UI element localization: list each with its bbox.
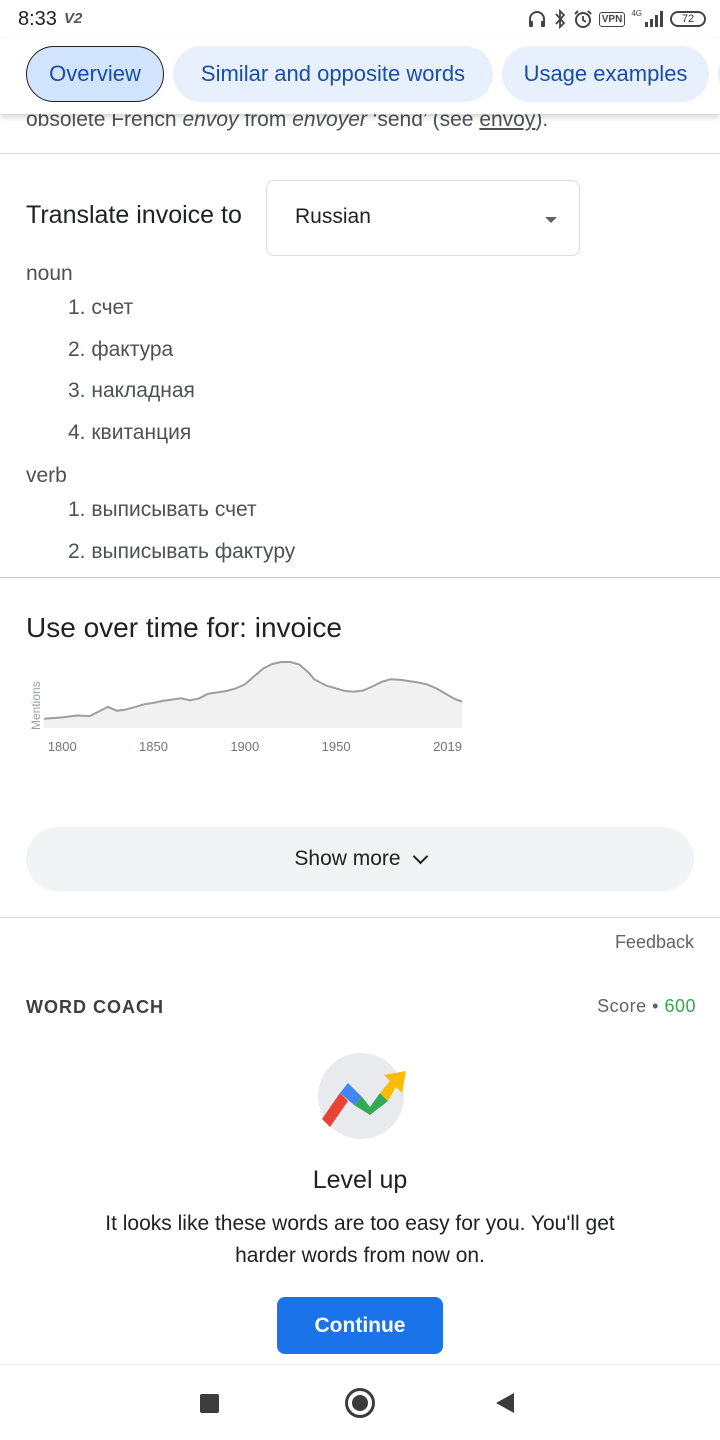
show-more-button[interactable]: Show more <box>26 827 694 891</box>
translate-label: Translate invoice to <box>26 201 242 229</box>
back-icon[interactable] <box>496 1393 514 1413</box>
language-select-value: Russian <box>295 205 371 228</box>
feedback-link[interactable]: Feedback <box>615 932 694 953</box>
level-up-message: It looks like these words are too easy f… <box>105 1212 615 1267</box>
home-icon[interactable] <box>345 1388 375 1418</box>
chart-x-tick-label: 2019 <box>433 739 462 754</box>
chart-x-tick-label: 1850 <box>139 739 168 754</box>
continue-button[interactable]: Continue <box>277 1297 443 1354</box>
score-label: Score <box>597 996 647 1016</box>
translation-item: 2. фактура <box>68 338 174 361</box>
tab-usage-examples[interactable]: Usage examples <box>502 46 709 102</box>
tab-overview[interactable]: Overview <box>26 46 164 102</box>
divider <box>0 577 720 578</box>
chart-x-tick-label: 1950 <box>322 739 351 754</box>
divider <box>0 917 720 918</box>
part-of-speech-verb: verb <box>26 464 67 487</box>
chart-area-fill <box>44 662 462 728</box>
translation-item: 2. выписывать фактуру <box>68 540 296 563</box>
word-coach-score: Score • 600 <box>597 996 696 1017</box>
chart-x-tick-label: 1800 <box>48 739 77 754</box>
score-separator: • <box>646 996 665 1016</box>
level-up-title: Level up <box>312 1166 408 1194</box>
translation-item: 1. счет <box>68 296 134 319</box>
system-nav-bar <box>0 1364 720 1440</box>
part-of-speech-noun: noun <box>26 262 73 285</box>
score-value: 600 <box>664 996 696 1016</box>
word-coach-title: WORD COACH <box>26 997 164 1017</box>
translation-item: 4. квитанция <box>68 421 192 444</box>
tab-similar-opposite[interactable]: Similar and opposite words <box>173 46 493 102</box>
use-over-time-chart: Mentions 1800 1850 1900 1950 2019 <box>29 661 463 754</box>
signal-icon <box>644 11 664 27</box>
bluetooth-icon <box>553 9 567 29</box>
use-over-time-title: Use over time for: invoice <box>26 612 342 643</box>
level-up-badge-icon <box>318 1053 406 1139</box>
status-time: 8:33 <box>18 8 57 30</box>
headphones-icon <box>527 9 547 29</box>
carrier-tag: V2 <box>64 10 83 27</box>
dropdown-caret-icon <box>545 217 557 223</box>
divider <box>0 153 720 154</box>
vpn-icon: VPN <box>598 11 626 27</box>
battery-icon: 72 <box>670 11 706 27</box>
chevron-down-icon <box>412 848 428 864</box>
show-more-label: Show more <box>294 847 401 870</box>
network-type-label: 4G <box>631 9 642 18</box>
translation-item: 3. накладная <box>68 379 195 402</box>
status-bar: 8:33 V2 VPN 4G 72 <box>0 0 720 38</box>
language-select[interactable]: Russian <box>266 180 580 256</box>
translation-item: 1. выписывать счет <box>68 498 257 521</box>
chart-y-axis-label: Mentions <box>29 681 43 730</box>
section-tabs: Overview Similar and opposite words Usag… <box>0 38 720 114</box>
recents-icon[interactable] <box>200 1394 219 1413</box>
chart-x-tick-label: 1900 <box>230 739 259 754</box>
status-icons: VPN 4G 72 <box>527 7 706 31</box>
alarm-icon <box>573 9 593 29</box>
